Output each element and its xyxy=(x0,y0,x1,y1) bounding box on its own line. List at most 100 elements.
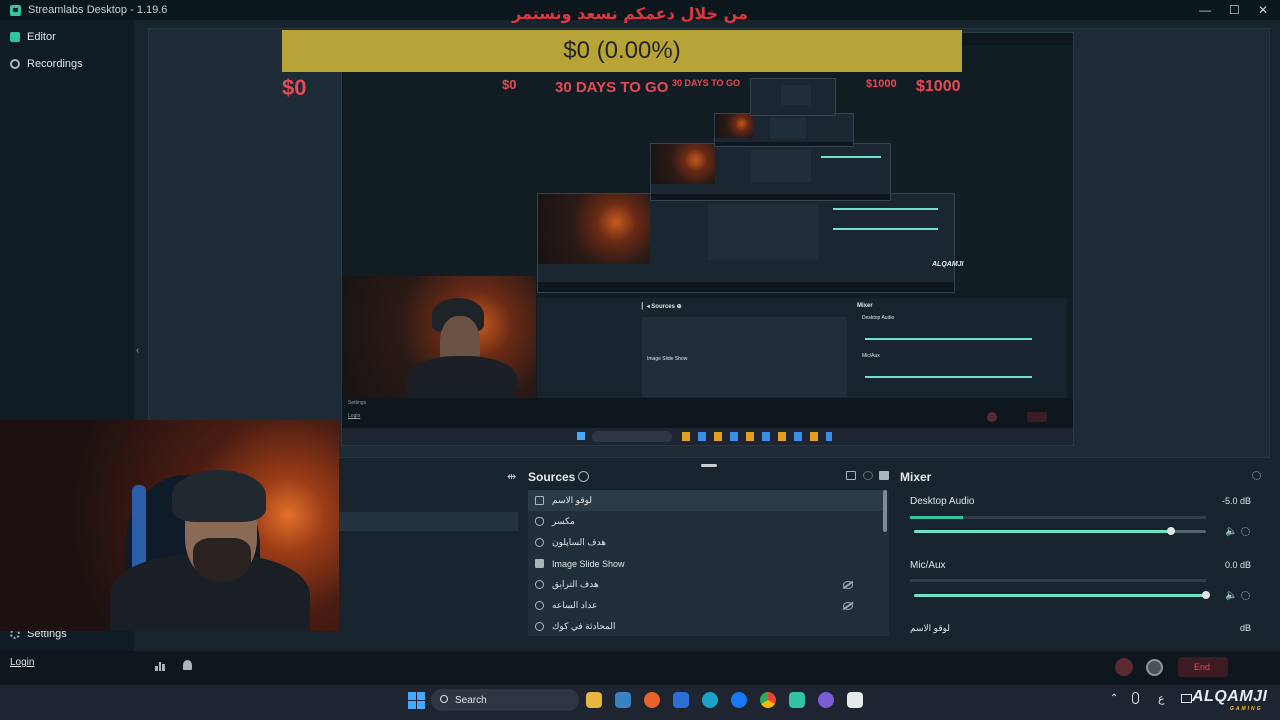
source-label: مكسر xyxy=(552,516,575,526)
captured-taskbar xyxy=(342,428,1073,445)
speaker-icon[interactable]: 🔈 xyxy=(1225,590,1237,601)
file-explorer-icon[interactable] xyxy=(586,692,602,708)
source-item[interactable]: عداد الساعه xyxy=(528,595,883,616)
mixer-channel-name: لوقو الاسم xyxy=(910,623,951,633)
streamer-cap xyxy=(172,470,266,522)
volume-slider-knob[interactable] xyxy=(1202,591,1210,599)
file-icon xyxy=(535,496,544,505)
outlook-icon[interactable] xyxy=(673,692,689,708)
end-stream-label: End xyxy=(1194,662,1211,672)
source-label: هدف الترايق xyxy=(552,579,599,589)
nested-preview-4 xyxy=(750,78,836,116)
webcam-overlay xyxy=(0,420,339,631)
minimize-button[interactable]: — xyxy=(1199,3,1211,17)
mixer-channel-name: Desktop Audio xyxy=(910,496,975,507)
source-item[interactable]: لوقو الاسم xyxy=(528,490,883,511)
preview-canvas[interactable]: ▏◂ Sources ⊕ Mixer Image Slide Show Desk… xyxy=(341,32,1074,446)
taskbar-search[interactable]: Search xyxy=(431,689,579,711)
mixer-sync-icon[interactable] xyxy=(863,471,873,480)
facebook-icon[interactable] xyxy=(731,692,747,708)
donation-goal-bar: $0 (0.00%) xyxy=(282,30,962,72)
microphone-icon[interactable] xyxy=(1132,692,1139,704)
add-source-icon[interactable] xyxy=(578,471,589,482)
record-button[interactable] xyxy=(1115,658,1133,676)
nested-goal-end: $1000 xyxy=(866,78,897,90)
channel-logo-watermark: ALQAMJI GAMING xyxy=(1192,688,1268,712)
eye-slash-icon[interactable] xyxy=(843,580,853,589)
source-item[interactable]: مكسر xyxy=(528,511,883,532)
collapse-panel-icon[interactable]: ⇹ xyxy=(507,470,516,483)
replay-buffer-button[interactable] xyxy=(1146,659,1163,676)
windows-taskbar xyxy=(0,685,1280,720)
mixer-title: Mixer xyxy=(900,470,932,484)
windows-start-icon[interactable] xyxy=(408,692,425,709)
taskbar-search-label: Search xyxy=(455,694,487,706)
audio-meter xyxy=(910,579,1206,582)
goal-end-amount: $1000 xyxy=(916,78,961,95)
sources-title: Sources xyxy=(528,470,576,484)
source-item[interactable]: Image Slide Show xyxy=(528,553,883,574)
watermark-name: ALQAMJI xyxy=(1192,688,1268,705)
globe-icon xyxy=(535,538,544,547)
close-button[interactable]: ✕ xyxy=(1258,3,1268,17)
collapse-left-chevron-icon[interactable]: ‹ xyxy=(136,345,139,356)
capcut-icon[interactable] xyxy=(847,692,863,708)
discord-icon[interactable] xyxy=(818,692,834,708)
source-item[interactable]: المحادثة في كوك xyxy=(528,616,883,637)
volume-slider-knob[interactable] xyxy=(1167,527,1175,535)
source-item[interactable]: هدف الترايق xyxy=(528,574,883,595)
mixer-channel-db: 0.0 dB xyxy=(1224,560,1251,570)
mixer-settings-gear-icon[interactable] xyxy=(1252,471,1261,480)
editor-icon xyxy=(10,32,20,42)
source-label: هدف الساپلون xyxy=(552,537,607,547)
mixer-channel-db: dB xyxy=(1239,623,1251,633)
end-stream-button[interactable]: End xyxy=(1178,657,1228,677)
notification-bell-icon[interactable] xyxy=(183,660,192,670)
goal-start-amount: $0 xyxy=(282,75,307,100)
nested-logo: ALQAMJI xyxy=(932,261,964,268)
channel-gear-icon[interactable] xyxy=(1241,591,1250,600)
tray-chevron-icon[interactable]: ⌃ xyxy=(1110,693,1118,704)
captured-webcam xyxy=(342,276,536,406)
edge-icon[interactable] xyxy=(702,692,718,708)
scene-row-selected[interactable] xyxy=(338,512,518,531)
login-link[interactable]: Login xyxy=(10,657,34,668)
globe-icon xyxy=(535,601,544,610)
image-icon xyxy=(535,559,544,568)
firefox-icon[interactable] xyxy=(644,692,660,708)
streamer-beard xyxy=(193,538,251,582)
mic-icon xyxy=(535,517,544,526)
window-controls: — ☐ ✕ xyxy=(1199,0,1268,20)
nav-recordings[interactable]: Recordings xyxy=(10,58,83,70)
nav-editor-label: Editor xyxy=(27,31,56,43)
mixer-channel-name: Mic/Aux xyxy=(910,560,946,571)
source-label: Image Slide Show xyxy=(552,558,625,569)
captured-leftnav xyxy=(342,45,432,273)
nested-goal-start: $0 xyxy=(502,77,517,92)
chrome-icon[interactable] xyxy=(760,692,776,708)
mixer-channel-db: -5.0 dB xyxy=(1221,496,1251,506)
captured-panels: ▏◂ Sources ⊕ Mixer Image Slide Show Desk… xyxy=(537,298,1067,400)
donation-amount: $0 (0.00%) xyxy=(563,37,681,64)
streamlabs-window: Streamlabs Desktop - 1.19.6 — ☐ ✕ Editor… xyxy=(0,0,1280,720)
maximize-button[interactable]: ☐ xyxy=(1229,3,1240,17)
eye-slash-icon[interactable] xyxy=(843,601,853,610)
mixer-filter-icon[interactable] xyxy=(846,471,856,480)
mail-icon[interactable] xyxy=(615,692,631,708)
nav-editor[interactable]: Editor xyxy=(10,31,56,43)
globe-icon xyxy=(535,580,544,589)
source-item[interactable]: هدف الساپلون xyxy=(528,532,883,553)
globe-icon xyxy=(535,622,544,631)
channel-gear-icon[interactable] xyxy=(1241,527,1250,536)
sources-list: لوقو الاسم مكسر هدف الساپلون Image Slide… xyxy=(528,490,889,636)
days-to-go: 30 DAYS TO GO xyxy=(555,79,669,96)
mixer-folder-icon[interactable] xyxy=(879,471,889,480)
sources-scrollbar[interactable] xyxy=(883,490,887,532)
streamlabs-taskbar-icon[interactable] xyxy=(789,692,805,708)
language-indicator[interactable]: ع xyxy=(1158,692,1165,705)
stats-bar-chart-icon[interactable] xyxy=(155,661,166,671)
display-icon[interactable] xyxy=(1181,694,1192,703)
nested-preview-2 xyxy=(650,143,891,201)
speaker-icon[interactable]: 🔈 xyxy=(1225,526,1237,537)
panel-resize-handle[interactable] xyxy=(701,464,717,467)
